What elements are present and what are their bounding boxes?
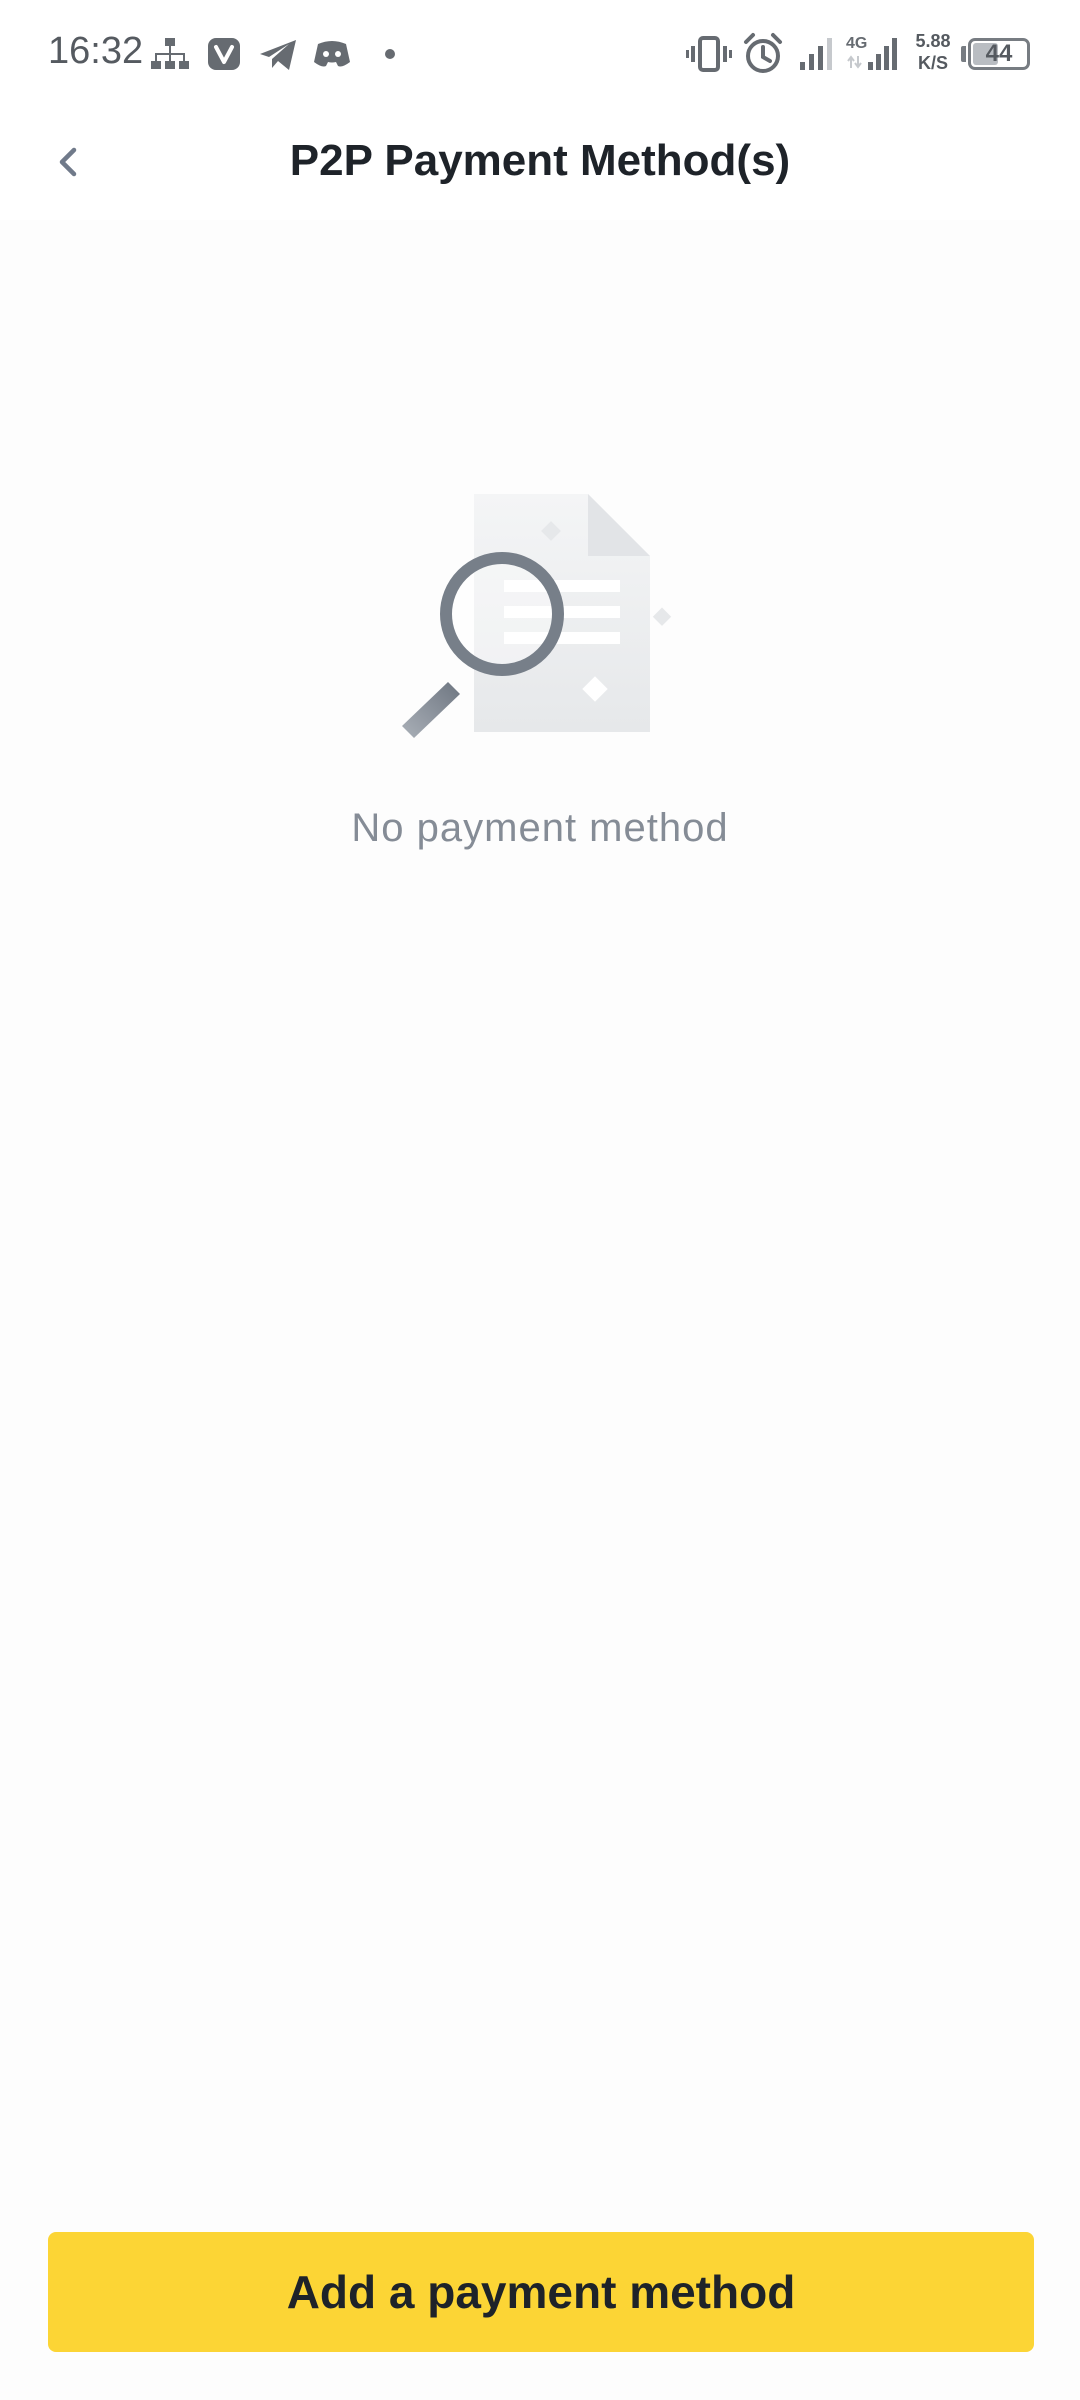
page-title: P2P Payment Method(s)	[289, 136, 791, 185]
network-tree-icon	[150, 30, 190, 78]
net-speed-unit: K/S	[917, 53, 948, 73]
battery-level: 44	[985, 40, 1013, 67]
net-speed: 5.88 K/S	[908, 30, 958, 74]
telegram-icon	[258, 30, 298, 78]
battery-nub	[961, 46, 966, 62]
network-type-label: 4G	[846, 35, 867, 52]
vibrate-icon	[686, 30, 732, 78]
notification-dot-icon	[380, 30, 400, 78]
vivaldi-icon	[206, 30, 242, 78]
signal-4g-icon: 4G	[846, 30, 902, 78]
back-button[interactable]	[36, 132, 100, 196]
status-time: 16:32	[48, 30, 144, 72]
empty-state-message: No payment method	[351, 806, 729, 850]
alarm-icon	[742, 30, 784, 78]
chevron-left-icon	[54, 144, 82, 185]
battery-icon: 44	[968, 38, 1030, 70]
signal-icon	[798, 30, 834, 78]
app-header: P2P Payment Method(s)	[0, 110, 1080, 220]
discord-icon	[312, 30, 352, 78]
net-speed-value: 5.88	[915, 31, 951, 51]
document-search-icon	[400, 480, 690, 740]
add-payment-method-button[interactable]: Add a payment method	[48, 2232, 1034, 2352]
status-bar: 16:32 4G 5.88 K/S 44	[0, 0, 1080, 110]
